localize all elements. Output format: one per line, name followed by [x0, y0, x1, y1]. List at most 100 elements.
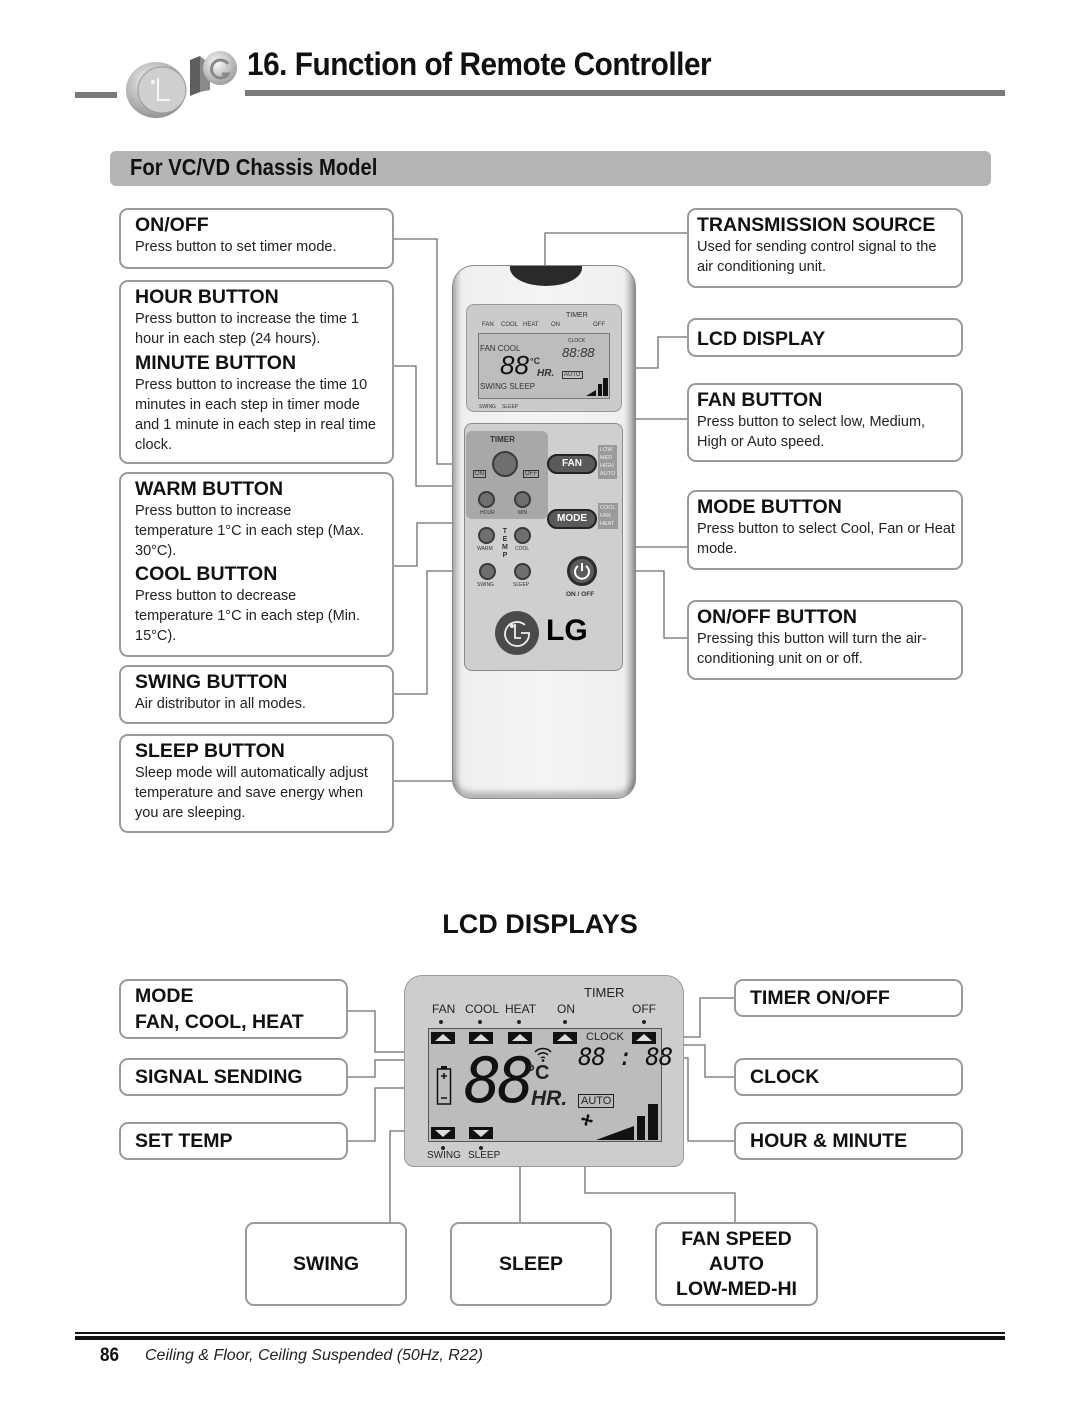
signal-sending-icon — [534, 1047, 552, 1062]
callout-desc-2: Press button to decrease temperature 1°C… — [135, 588, 361, 644]
callout-mode-button: MODE BUTTON Press button to select Cool,… — [687, 490, 963, 570]
callout-transmission-source: TRANSMISSION SOURCE Used for sending con… — [687, 208, 963, 288]
swing-arrow-icon — [431, 1127, 455, 1139]
remote-timer-on-off-button[interactable] — [492, 451, 518, 477]
indicator-dot — [517, 1020, 521, 1024]
remote-temp-letters: T E M P — [502, 528, 508, 559]
lg-logo-icon — [495, 611, 539, 655]
remote-lcd-label-cool: COOL — [501, 322, 519, 328]
remote-swing-button[interactable] — [479, 563, 496, 580]
remote-lcd-unit: °C — [530, 356, 541, 366]
remote-fan-button[interactable]: FAN — [547, 454, 597, 474]
big-lcd-set-temp: 88 — [464, 1044, 535, 1117]
battery-icon — [436, 1066, 452, 1105]
remote-warm-label: WARM — [477, 546, 493, 552]
callout-title: HOUR BUTTON — [135, 286, 279, 308]
lcd-label-mode: MODE FAN, COOL, HEAT — [119, 979, 348, 1039]
remote-lcd-auto: AUTO — [562, 371, 583, 379]
big-lcd-unit: °C — [527, 1062, 550, 1084]
indicator-dot — [439, 1020, 443, 1024]
remote-timer-on-label: ON — [473, 470, 486, 478]
cool-mode-arrow-icon — [469, 1032, 493, 1044]
remote-lcd-timer-label: TIMER — [566, 312, 588, 319]
lg-3d-logo-icon — [126, 51, 237, 118]
remote-sleep-label: SLEEP — [513, 582, 530, 588]
callout-desc: Press button to increase temperature 1°C… — [135, 503, 365, 559]
big-lcd-label-fan: FAN — [432, 1002, 456, 1016]
lcd-displays-heading: LCD DISPLAYS — [442, 909, 638, 939]
remote-lcd-label-heat: HEAT — [523, 322, 539, 328]
remote-lcd-time: 88:88 — [562, 345, 595, 360]
callout-warm-cool: WARM BUTTON Press button to increase tem… — [119, 472, 394, 657]
indicator-dot — [642, 1020, 646, 1024]
big-lcd-label-heat: HEAT — [505, 1002, 537, 1016]
remote-mode-options: COOL FAN HEAT — [598, 503, 618, 529]
lcd-label-sleep: SLEEP — [450, 1222, 612, 1306]
remote-lcd-swing-label: SWING — [479, 404, 496, 410]
footer-text: Ceiling & Floor, Ceiling Suspended (50Hz… — [145, 1347, 483, 1364]
remote-timer-off-label: OFF — [523, 470, 539, 478]
sleep-arrow-icon — [469, 1127, 493, 1139]
lcd-label-set-temp: SET TEMP — [119, 1122, 348, 1160]
callout-desc: Used for sending control signal to the a… — [697, 239, 937, 275]
indicator-dot — [563, 1020, 567, 1024]
remote-hour-button[interactable] — [478, 491, 495, 508]
remote-swing-label: SWING — [477, 582, 494, 588]
remote-minute-button[interactable] — [514, 491, 531, 508]
callout-title: LCD DISPLAY — [697, 328, 826, 350]
remote-sleep-button[interactable] — [514, 563, 531, 580]
big-lcd-sleep-label: SLEEP — [468, 1150, 501, 1161]
remote-lcd-label-on: ON — [551, 322, 560, 328]
big-lcd-label-off: OFF — [632, 1002, 656, 1016]
remote-warm-button[interactable] — [478, 527, 495, 544]
callout-title: WARM BUTTON — [135, 478, 284, 500]
callout-desc: Press button to select low, Medium, High… — [697, 414, 926, 450]
callout-desc: Press button to set timer mode. — [135, 239, 337, 255]
lcd-label-fan-speed: FAN SPEED AUTO LOW-MED-HI — [655, 1222, 818, 1306]
callout-sleep: SLEEP BUTTON Sleep mode will automatical… — [119, 734, 394, 833]
indicator-dot — [478, 1020, 482, 1024]
callout-hour-minute: HOUR BUTTON Press button to increase the… — [119, 280, 394, 464]
callout-title-2: COOL BUTTON — [135, 563, 278, 585]
lcd-label-signal-sending: SIGNAL SENDING — [119, 1058, 348, 1096]
callout-title: SLEEP BUTTON — [135, 740, 285, 762]
callout-title: ON/OFF BUTTON — [697, 606, 857, 628]
power-icon — [574, 563, 590, 580]
remote-onoff-label: ON / OFF — [566, 591, 595, 598]
big-lcd-timer-label: TIMER — [584, 985, 625, 1000]
callout-fan-button: FAN BUTTON Press button to select low, M… — [687, 383, 963, 462]
callout-title: MODE BUTTON — [697, 496, 842, 518]
remote-lcd-label-fan: FAN — [482, 322, 494, 328]
remote-lcd-sleep-label: SLEEP — [502, 404, 519, 410]
big-lcd-swing-label: SWING — [427, 1150, 461, 1161]
remote-cool-label: COOL — [515, 546, 530, 552]
remote-mode-button[interactable]: MODE — [547, 509, 597, 529]
remote-lcd-clock: CLOCK — [568, 338, 586, 344]
lcd-label-hour-minute: HOUR & MINUTE — [734, 1122, 963, 1160]
callout-on-off: ON/OFF Press button to set timer mode. — [119, 208, 394, 269]
callout-title: SWING BUTTON — [135, 671, 288, 693]
callout-desc: Air distributor in all modes. — [135, 696, 306, 712]
heat-mode-arrow-icon — [508, 1032, 532, 1044]
lcd-label-clock: CLOCK — [734, 1058, 963, 1096]
remote-cool-button[interactable] — [514, 527, 531, 544]
callout-swing: SWING BUTTON Air distributor in all mode… — [119, 665, 394, 724]
fan-speed-bars-icon — [596, 1104, 658, 1140]
remote-power-button[interactable] — [567, 556, 597, 586]
big-lcd-hr: HR. — [531, 1087, 568, 1110]
header-rule-right — [245, 90, 1005, 96]
callout-desc: Sleep mode will automatically adjust tem… — [135, 765, 368, 821]
remote-lcd-fan-bars-icon — [586, 378, 608, 396]
callout-lcd-display: LCD DISPLAY — [687, 318, 963, 357]
lcd-label-swing: SWING — [245, 1222, 407, 1306]
remote-lcd-bottom-text: SWING SLEEP — [480, 382, 536, 391]
section-title: For VC/VD Chassis Model — [130, 154, 378, 180]
lcd-label-timer-on-off: TIMER ON/OFF — [734, 979, 963, 1017]
callout-desc-2: Press button to increase the time 10 min… — [135, 377, 376, 453]
remote-lcd-label-off: OFF — [593, 322, 605, 328]
remote-lcd-hr: HR. — [537, 368, 555, 379]
callout-desc: Press button to increase the time 1 hour… — [135, 311, 360, 347]
remote-lcd-temp: 88 — [500, 350, 529, 380]
page-title: 16. Function of Remote Controller — [247, 46, 712, 82]
remote-fan-options: LOW MED HIGH AUTO — [598, 445, 618, 479]
